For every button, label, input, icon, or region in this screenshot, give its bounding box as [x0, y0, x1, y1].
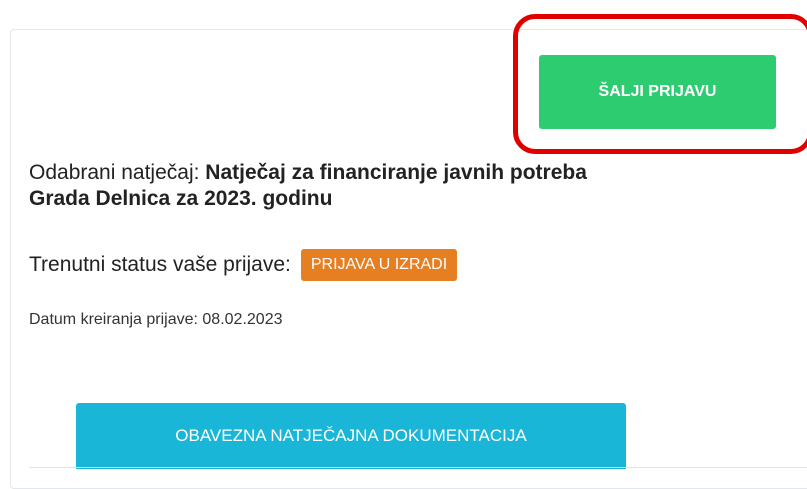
status-label: Trenutni status vaše prijave:	[29, 253, 291, 276]
creation-date: Datum kreiranja prijave: 08.02.2023	[29, 311, 282, 329]
send-application-button[interactable]: ŠALJI PRIJAVU	[539, 55, 776, 129]
tender-name-line2: Grada Delnica za 2023. godinu	[29, 187, 333, 210]
creation-date-label: Datum kreiranja prijave:	[29, 311, 203, 328]
application-status: Trenutni status vaše prijave: PRIJAVA U …	[29, 249, 458, 281]
selected-tender-label: Odabrani natječaj:	[29, 161, 206, 184]
mandatory-documents-button[interactable]: OBAVEZNA NATJEČAJNA DOKUMENTACIJA	[76, 403, 626, 469]
divider	[29, 467, 807, 468]
creation-date-value: 08.02.2023	[202, 311, 283, 328]
status-badge: PRIJAVA U IZRADI	[300, 249, 458, 281]
selected-tender: Odabrani natječaj: Natječaj za financira…	[29, 160, 789, 212]
tender-name-line1: Natječaj za financiranje javnih potreba	[205, 161, 587, 184]
